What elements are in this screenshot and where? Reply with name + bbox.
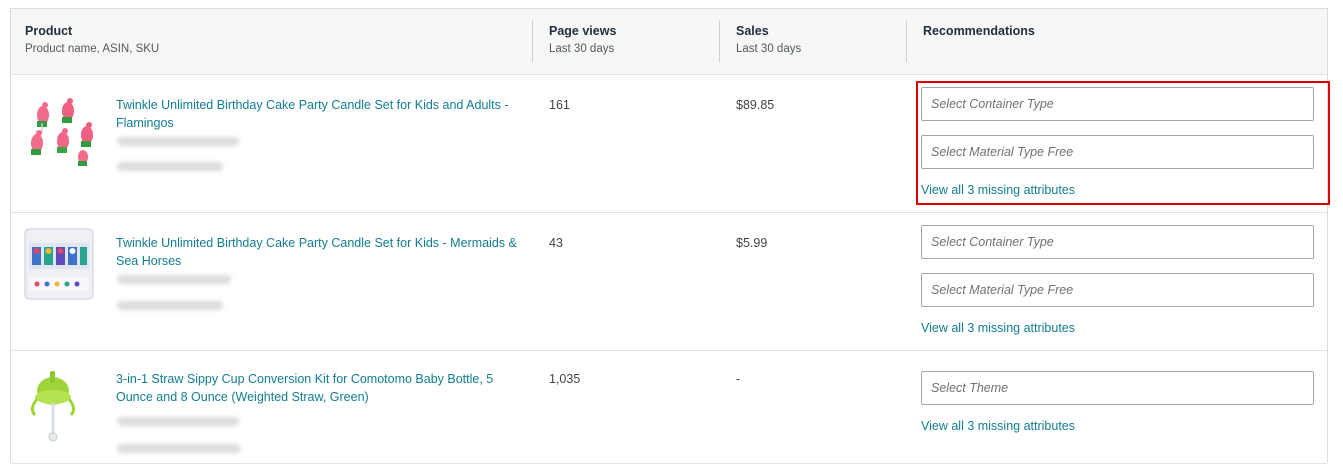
header-recommendations-title: Recommendations xyxy=(923,24,1035,38)
blurred-sku xyxy=(117,301,223,310)
product-image-mermaid-candles[interactable] xyxy=(23,227,95,303)
blurred-sku xyxy=(117,444,241,453)
header-sales-title: Sales xyxy=(736,24,769,38)
page-views-value: 161 xyxy=(549,98,570,112)
table-row: Twinkle Unlimited Birthday Cake Party Ca… xyxy=(11,75,1327,213)
table-header: Product Product name, ASIN, SKU Page vie… xyxy=(11,9,1327,75)
header-page-views-subtitle: Last 30 days xyxy=(549,43,615,55)
blurred-asin xyxy=(117,275,231,284)
header-product: Product Product name, ASIN, SKU xyxy=(25,23,159,57)
header-sales: Sales Last 30 days xyxy=(736,23,801,57)
column-divider xyxy=(719,20,720,62)
select-theme[interactable]: Select Theme xyxy=(921,371,1314,405)
column-divider xyxy=(532,20,533,62)
sales-value: $5.99 xyxy=(736,236,768,250)
sales-value: $89.85 xyxy=(736,98,775,112)
product-image-straw-sippy-kit[interactable] xyxy=(23,369,99,445)
header-sales-subtitle: Last 30 days xyxy=(736,43,802,55)
view-all-missing-attributes-link[interactable]: View all 3 missing attributes xyxy=(921,319,1075,337)
table-row: 3-in-1 Straw Sippy Cup Conversion Kit fo… xyxy=(11,351,1327,464)
blurred-sku xyxy=(117,162,223,171)
blurred-asin xyxy=(117,137,239,146)
sales-value: - xyxy=(736,372,741,386)
view-all-missing-attributes-link[interactable]: View all 3 missing attributes xyxy=(921,417,1075,435)
select-material-type-free[interactable]: Select Material Type Free xyxy=(921,273,1314,307)
products-table: Product Product name, ASIN, SKU Page vie… xyxy=(10,8,1330,464)
select-material-type-free[interactable]: Select Material Type Free xyxy=(921,135,1314,169)
page-views-value: 43 xyxy=(549,236,563,250)
page-views-value: 1,035 xyxy=(549,372,581,386)
column-divider xyxy=(906,20,907,62)
table-row: Twinkle Unlimited Birthday Cake Party Ca… xyxy=(11,213,1327,351)
header-page-views-title: Page views xyxy=(549,24,617,38)
header-recommendations: Recommendations xyxy=(923,23,1035,39)
header-page-views: Page views Last 30 days xyxy=(549,23,616,57)
product-title-link[interactable]: 3-in-1 Straw Sippy Cup Conversion Kit fo… xyxy=(116,370,526,406)
view-all-missing-attributes-link[interactable]: View all 3 missing attributes xyxy=(921,181,1075,199)
select-container-type[interactable]: Select Container Type xyxy=(921,87,1314,121)
header-product-title: Product xyxy=(25,24,73,38)
select-container-type[interactable]: Select Container Type xyxy=(921,225,1314,259)
product-image-flamingo-candles[interactable] xyxy=(23,93,99,169)
blurred-asin xyxy=(117,417,239,426)
product-title-link[interactable]: Twinkle Unlimited Birthday Cake Party Ca… xyxy=(116,96,526,132)
header-product-subtitle: Product name, ASIN, SKU xyxy=(25,43,160,55)
product-title-link[interactable]: Twinkle Unlimited Birthday Cake Party Ca… xyxy=(116,234,526,270)
